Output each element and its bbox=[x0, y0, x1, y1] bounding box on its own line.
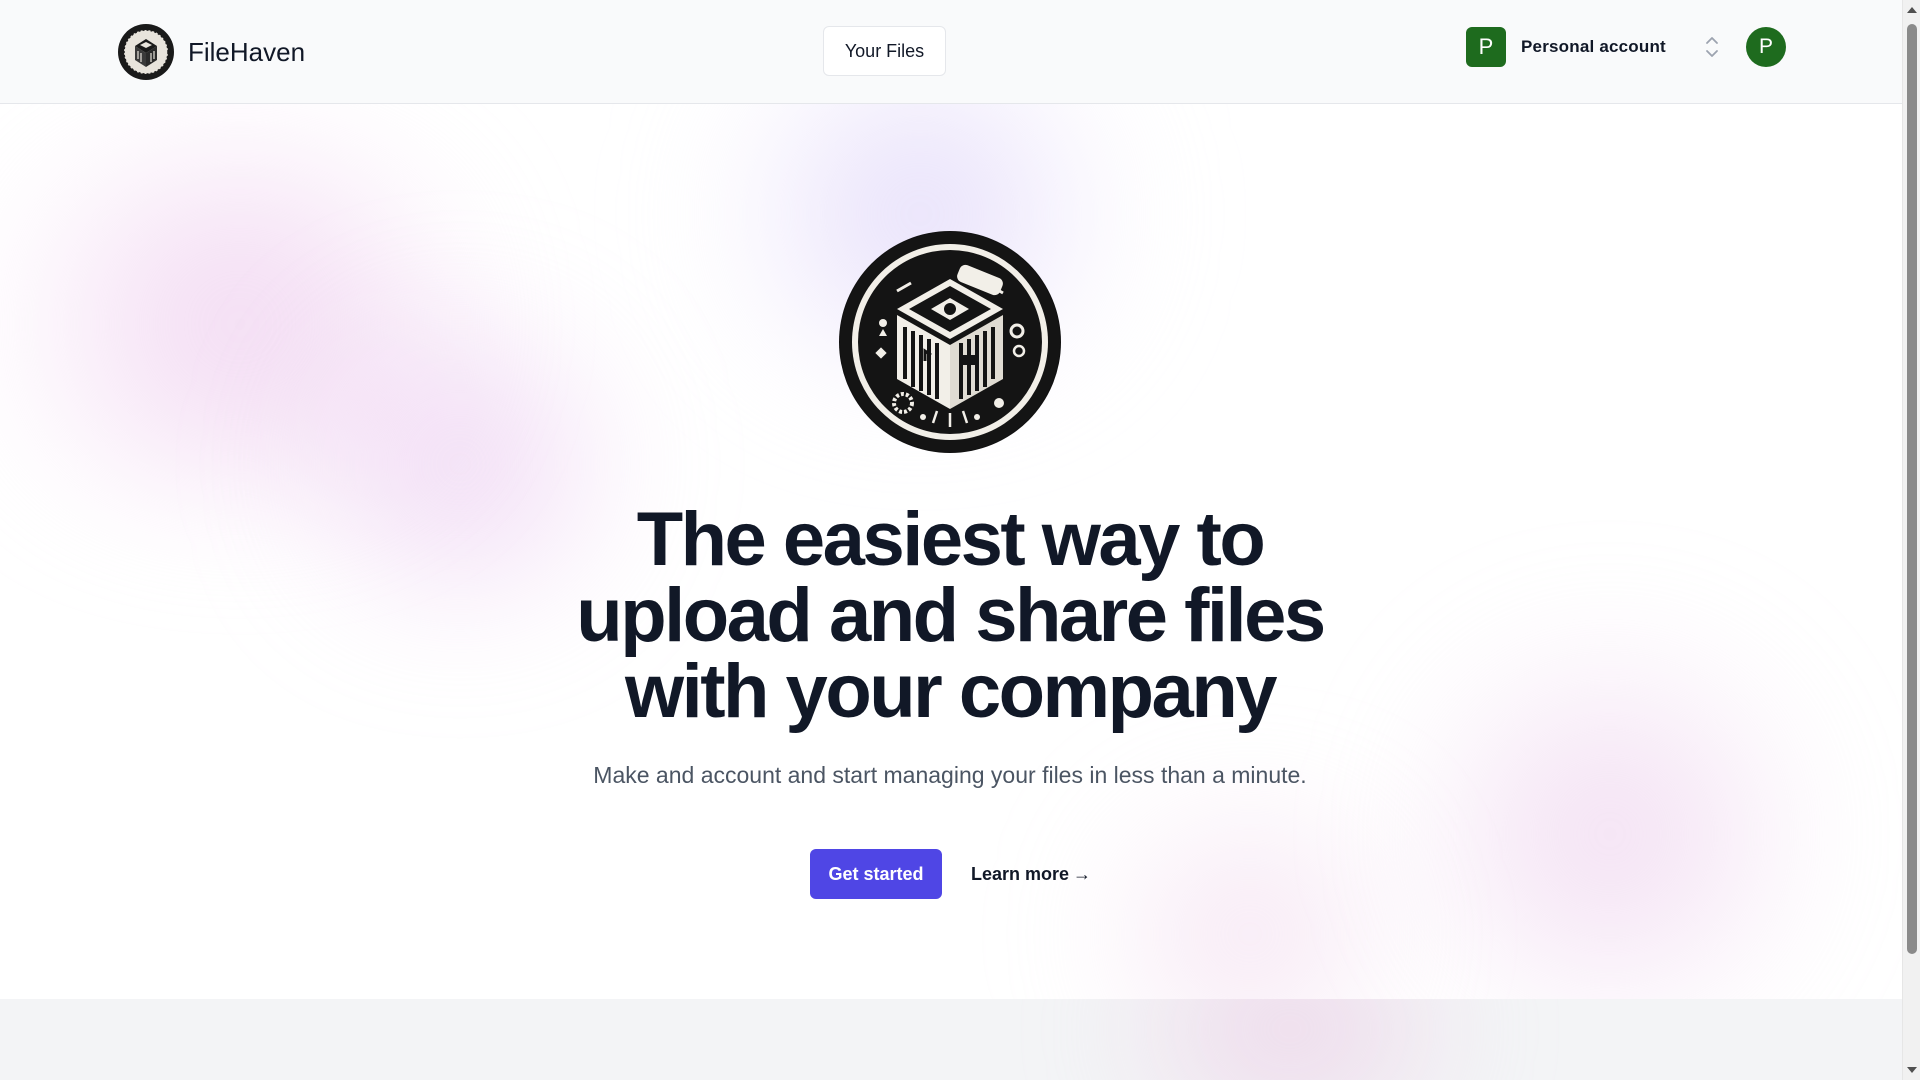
background-gradient-blob bbox=[1040, 999, 1540, 1080]
hero-subtitle: Make and account and start managing your… bbox=[593, 762, 1307, 788]
account-label: Personal account bbox=[1521, 37, 1666, 56]
your-files-button[interactable]: Your Files bbox=[823, 26, 946, 76]
top-navbar: FileHaven Your Files P Personal account … bbox=[0, 0, 1902, 104]
features-section bbox=[0, 999, 1902, 1080]
filehaven-emblem-icon bbox=[839, 231, 1061, 453]
learn-more-label: Learn more bbox=[971, 863, 1070, 884]
hero-headline-line: The easiest way to bbox=[636, 497, 1266, 582]
page-scrollbar[interactable] bbox=[1902, 0, 1920, 1080]
hero-headline-line: with your company bbox=[624, 649, 1278, 734]
filehaven-logo-icon bbox=[118, 24, 174, 80]
get-started-button[interactable]: Get started bbox=[810, 849, 942, 899]
hero-section: The easiest way to upload and share file… bbox=[0, 104, 1902, 999]
scroll-down-arrow-icon[interactable] bbox=[1903, 1062, 1920, 1078]
learn-more-link[interactable]: Learn more → bbox=[971, 849, 1091, 899]
user-avatar-button[interactable]: P bbox=[1746, 27, 1786, 67]
account-badge: P bbox=[1466, 27, 1506, 67]
hero-headline-line: upload and share files bbox=[576, 573, 1326, 658]
arrow-right-icon: → bbox=[1073, 863, 1092, 884]
account-switcher[interactable]: P Personal account bbox=[1466, 27, 1720, 67]
scrollbar-thumb[interactable] bbox=[1907, 24, 1917, 954]
brand-home-link[interactable]: FileHaven bbox=[118, 24, 305, 80]
brand-name: FileHaven bbox=[188, 36, 306, 67]
chevron-up-down-icon bbox=[1704, 34, 1720, 60]
scroll-up-arrow-icon[interactable] bbox=[1903, 2, 1920, 18]
hero-headline: The easiest way to upload and share file… bbox=[460, 502, 1440, 730]
